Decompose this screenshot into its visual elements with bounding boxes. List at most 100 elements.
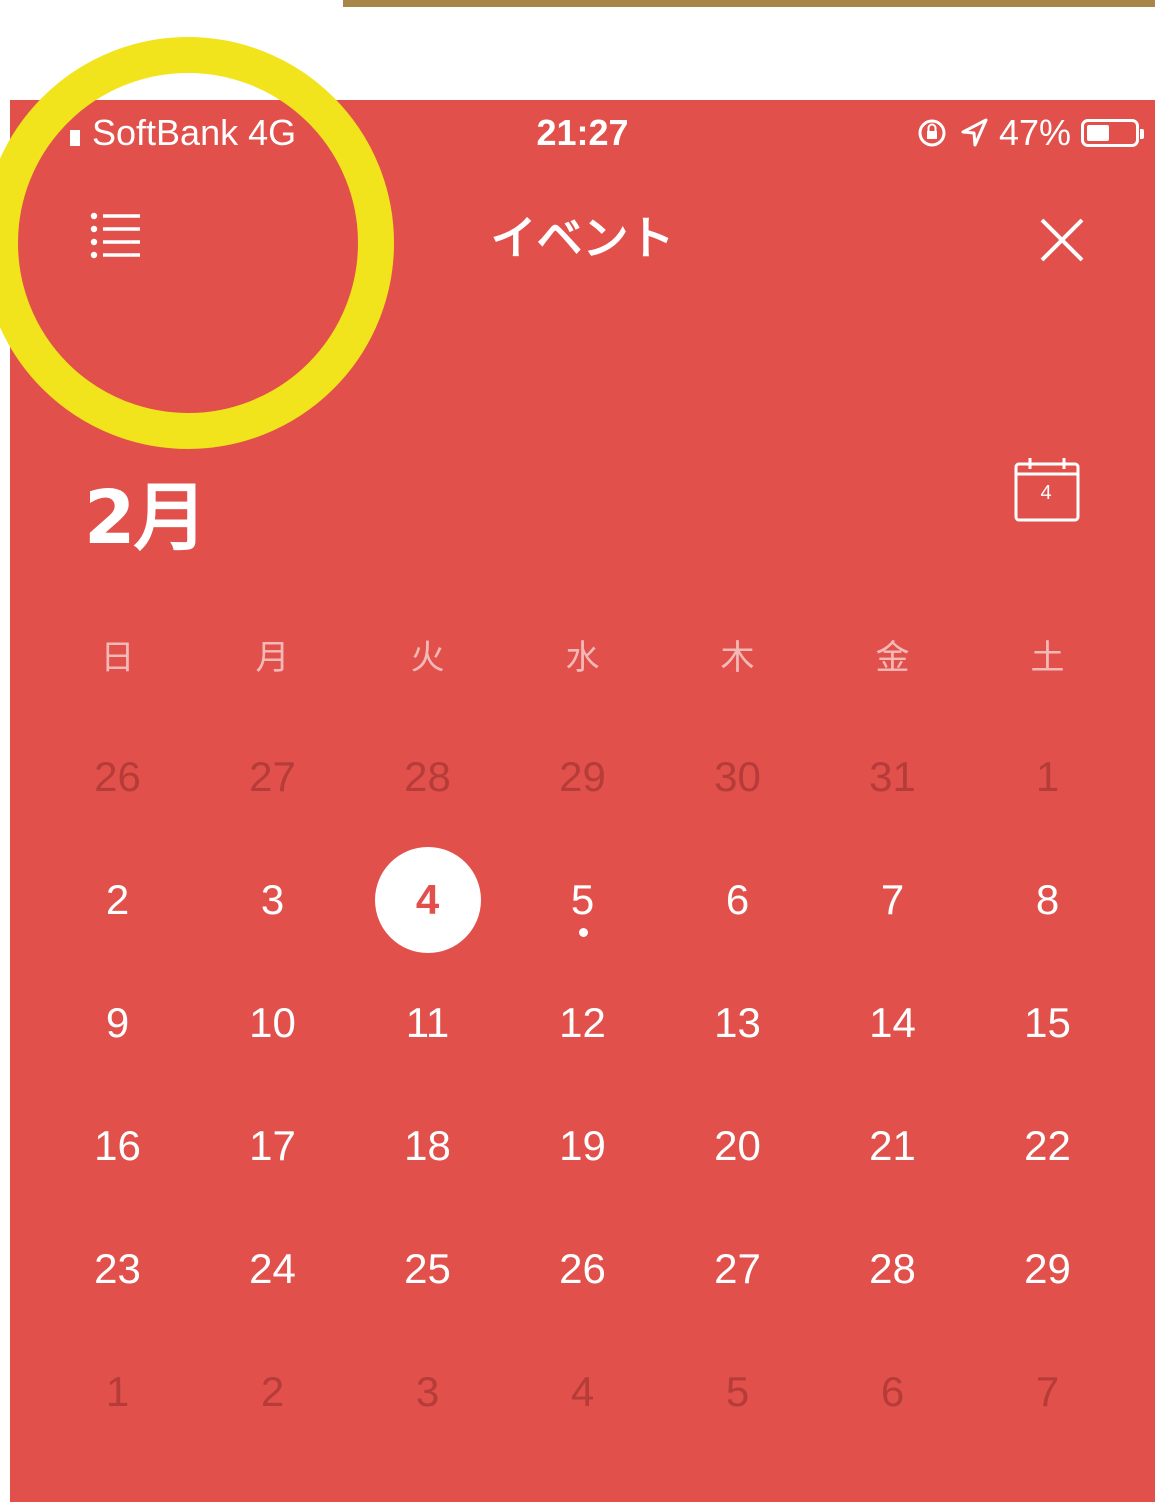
day-number: 14 — [869, 998, 916, 1046]
calendar-day[interactable]: 4 — [505, 1330, 660, 1453]
calendar-day[interactable]: 26 — [505, 1207, 660, 1330]
day-number: 11 — [405, 998, 450, 1046]
day-number: 10 — [249, 998, 296, 1046]
day-number: 29 — [1024, 1244, 1071, 1292]
location-arrow-icon — [961, 118, 988, 147]
month-title: 2月 — [84, 475, 207, 561]
calendar-day[interactable]: 21 — [815, 1084, 970, 1207]
calendar-day[interactable]: 5 — [660, 1330, 815, 1453]
day-number: 23 — [94, 1244, 141, 1292]
battery-fill — [1087, 125, 1109, 141]
calendar-day[interactable]: 1 — [40, 1330, 195, 1453]
calendar-day[interactable]: 30 — [660, 715, 815, 838]
list-menu-icon — [90, 212, 140, 259]
day-number: 25 — [404, 1244, 451, 1292]
calendar-day[interactable]: 17 — [195, 1084, 350, 1207]
calendar-day[interactable]: 26 — [40, 715, 195, 838]
calendar-day[interactable]: 15 — [970, 961, 1125, 1084]
day-number: 1 — [1035, 752, 1060, 800]
calendar-day[interactable]: 18 — [350, 1084, 505, 1207]
day-number: 31 — [869, 752, 916, 800]
day-number: 19 — [559, 1121, 606, 1169]
day-number: 17 — [249, 1121, 296, 1169]
day-number: 4 — [415, 875, 440, 923]
day-number: 21 — [869, 1121, 916, 1169]
calendar-day[interactable]: 20 — [660, 1084, 815, 1207]
weekday-label: 日 — [100, 638, 135, 678]
day-number: 7 — [880, 875, 905, 923]
calendar-day[interactable]: 27 — [660, 1207, 815, 1330]
weekday-label: 火 — [410, 638, 445, 678]
day-number: 18 — [404, 1121, 451, 1169]
calendar-day[interactable]: 11 — [350, 961, 505, 1084]
calendar-day[interactable]: 3 — [195, 838, 350, 961]
status-right-group: 47% — [915, 112, 1144, 154]
calendar-day[interactable]: 6 — [660, 838, 815, 961]
battery-tip — [1140, 129, 1144, 139]
calendar-day[interactable]: 22 — [970, 1084, 1125, 1207]
day-number: 13 — [714, 998, 761, 1046]
calendar-day[interactable]: 28 — [350, 715, 505, 838]
day-number: 1 — [105, 1367, 130, 1415]
day-number: 30 — [714, 752, 761, 800]
app-screen: SoftBank 4G 21:27 47% イベント 2月 4 日 月 火 水 … — [10, 100, 1155, 1502]
today-button-day: 4 — [1040, 482, 1052, 504]
calendar-day[interactable]: 27 — [195, 715, 350, 838]
day-number: 26 — [559, 1244, 606, 1292]
nav-bar: イベント — [10, 188, 1155, 278]
day-number: 28 — [869, 1244, 916, 1292]
calendar-day[interactable]: 29 — [505, 715, 660, 838]
calendar-day[interactable]: 2 — [195, 1330, 350, 1453]
calendar-day[interactable]: 2 — [40, 838, 195, 961]
calendar-day[interactable]: 16 — [40, 1084, 195, 1207]
calendar-day[interactable]: 19 — [505, 1084, 660, 1207]
calendar-day[interactable]: 28 — [815, 1207, 970, 1330]
day-number: 3 — [260, 875, 285, 923]
day-number: 28 — [404, 752, 451, 800]
nav-title: イベント — [490, 211, 675, 265]
calendar-day[interactable]: 5 — [505, 838, 660, 961]
calendar-day[interactable]: 14 — [815, 961, 970, 1084]
day-number: 8 — [1035, 875, 1060, 923]
calendar-day[interactable]: 12 — [505, 961, 660, 1084]
day-number: 27 — [714, 1244, 761, 1292]
calendar-day[interactable]: 31 — [815, 715, 970, 838]
weekday-label: 木 — [720, 638, 755, 678]
menu-button[interactable] — [80, 200, 150, 270]
calendar-day[interactable]: 25 — [350, 1207, 505, 1330]
day-number: 16 — [94, 1121, 141, 1169]
day-number: 24 — [249, 1244, 296, 1292]
day-number: 15 — [1024, 998, 1071, 1046]
day-number: 12 — [559, 998, 606, 1046]
status-bar: SoftBank 4G 21:27 47% — [10, 100, 1155, 166]
weekday-label: 月 — [255, 638, 290, 678]
calendar-day-today[interactable]: 4 — [350, 838, 505, 961]
day-number: 5 — [570, 875, 595, 923]
close-button[interactable] — [1034, 212, 1090, 268]
calendar-day[interactable]: 7 — [815, 838, 970, 961]
close-icon — [1040, 218, 1084, 262]
day-number: 26 — [94, 752, 141, 800]
calendar-day[interactable]: 23 — [40, 1207, 195, 1330]
day-number: 27 — [249, 752, 296, 800]
calendar-day[interactable]: 3 — [350, 1330, 505, 1453]
calendar-day[interactable]: 29 — [970, 1207, 1125, 1330]
calendar-day[interactable]: 1 — [970, 715, 1125, 838]
day-number: 3 — [415, 1367, 440, 1415]
calendar-day[interactable]: 13 — [660, 961, 815, 1084]
day-number: 29 — [559, 752, 606, 800]
calendar-day[interactable]: 7 — [970, 1330, 1125, 1453]
calendar-day[interactable]: 24 — [195, 1207, 350, 1330]
day-number: 7 — [1035, 1367, 1060, 1415]
calendar-day[interactable]: 10 — [195, 961, 350, 1084]
battery-icon — [1081, 119, 1144, 147]
rotation-lock-icon — [918, 119, 946, 147]
day-number: 4 — [570, 1367, 595, 1415]
calendar-day[interactable]: 9 — [40, 961, 195, 1084]
calendar-day[interactable]: 8 — [970, 838, 1125, 961]
calendar-day[interactable]: 6 — [815, 1330, 970, 1453]
today-button[interactable]: 4 — [1013, 456, 1085, 526]
top-border-strip — [343, 0, 1155, 7]
day-number: 2 — [105, 875, 130, 923]
day-number: 9 — [105, 998, 130, 1046]
